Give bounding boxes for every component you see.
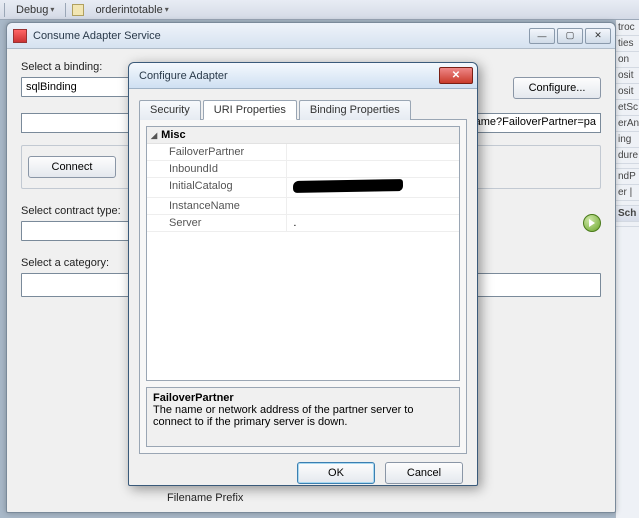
- tab-strip: Security URI Properties Binding Properti…: [139, 99, 467, 119]
- connect-button[interactable]: Connect: [28, 156, 116, 178]
- close-button[interactable]: ✕: [585, 28, 611, 44]
- tab-security[interactable]: Security: [139, 100, 201, 120]
- ok-button[interactable]: OK: [297, 462, 375, 484]
- frag: ties: [616, 36, 639, 52]
- property-category[interactable]: ◢ Misc: [147, 127, 459, 144]
- prop-value[interactable]: [287, 144, 459, 160]
- prop-key: InstanceName: [147, 198, 287, 214]
- frag-header: Sch: [616, 206, 639, 222]
- maximize-button[interactable]: ▢: [557, 28, 583, 44]
- frag: [616, 222, 639, 227]
- tab-panel: ◢ Misc FailoverPartner InboundId Initial…: [139, 119, 467, 454]
- prop-value[interactable]: [287, 161, 459, 177]
- frag: ndP: [616, 169, 639, 185]
- frag: osit: [616, 84, 639, 100]
- titlebar[interactable]: Consume Adapter Service — ▢ ✕: [7, 23, 615, 49]
- collapse-icon: ◢: [151, 131, 157, 140]
- prop-key: InitialCatalog: [147, 178, 287, 197]
- filename-prefix-label: Filename Prefix: [167, 492, 243, 504]
- property-grid[interactable]: ◢ Misc FailoverPartner InboundId Initial…: [146, 126, 460, 381]
- tab-uri-properties[interactable]: URI Properties: [203, 100, 297, 120]
- description-text: The name or network address of the partn…: [153, 404, 453, 428]
- chevron-down-icon: ▾: [165, 5, 169, 14]
- modal-title: Configure Adapter: [135, 70, 439, 82]
- property-description: FailoverPartner The name or network addr…: [146, 387, 460, 447]
- prop-initialcatalog[interactable]: InitialCatalog: [147, 178, 459, 198]
- cancel-button[interactable]: Cancel: [385, 462, 463, 484]
- item-icon: [72, 4, 84, 16]
- category-label: Misc: [161, 129, 185, 141]
- go-button[interactable]: [583, 214, 601, 232]
- frag: erAn: [616, 116, 639, 132]
- frag: on: [616, 52, 639, 68]
- redacted-value: [293, 179, 403, 193]
- close-button[interactable]: ✕: [439, 67, 473, 84]
- chevron-down-icon: ▾: [50, 5, 54, 14]
- app-icon: [13, 29, 27, 43]
- prop-value[interactable]: [287, 198, 459, 214]
- frag: troc: [616, 20, 639, 36]
- uri-value: Name?FailoverPartner=pa: [467, 116, 596, 128]
- prop-key: FailoverPartner: [147, 144, 287, 160]
- binding-value: sqlBinding: [26, 81, 77, 93]
- vs-toolbar: Debug ▾ orderintotable ▾: [0, 0, 639, 20]
- prop-key: InboundId: [147, 161, 287, 177]
- item-dropdown[interactable]: orderintotable ▾: [90, 2, 173, 18]
- prop-key: Server: [147, 215, 287, 231]
- prop-value[interactable]: [287, 178, 459, 197]
- toolbar-separator: [65, 3, 66, 17]
- modal-titlebar[interactable]: Configure Adapter ✕: [129, 63, 477, 89]
- prop-value[interactable]: .: [287, 215, 459, 231]
- configure-button[interactable]: Configure...: [513, 77, 601, 99]
- minimize-button[interactable]: —: [529, 28, 555, 44]
- toolbar-separator: [4, 3, 5, 17]
- item-label: orderintotable: [95, 4, 162, 16]
- config-label: Debug: [16, 4, 48, 16]
- right-panel-fragment: troc ties on osit osit etSc erAn ing dur…: [615, 20, 639, 518]
- frag: dure: [616, 148, 639, 164]
- prop-failoverpartner[interactable]: FailoverPartner: [147, 144, 459, 161]
- prop-inboundid[interactable]: InboundId: [147, 161, 459, 178]
- prop-server[interactable]: Server .: [147, 215, 459, 232]
- frag: er |: [616, 185, 639, 201]
- config-dropdown[interactable]: Debug ▾: [11, 2, 59, 18]
- description-title: FailoverPartner: [153, 392, 453, 404]
- tab-binding-properties[interactable]: Binding Properties: [299, 100, 411, 120]
- frag: osit: [616, 68, 639, 84]
- window-title: Consume Adapter Service: [33, 30, 529, 42]
- frag: etSc: [616, 100, 639, 116]
- prop-instancename[interactable]: InstanceName: [147, 198, 459, 215]
- configure-adapter-dialog: Configure Adapter ✕ Security URI Propert…: [128, 62, 478, 486]
- frag: ing: [616, 132, 639, 148]
